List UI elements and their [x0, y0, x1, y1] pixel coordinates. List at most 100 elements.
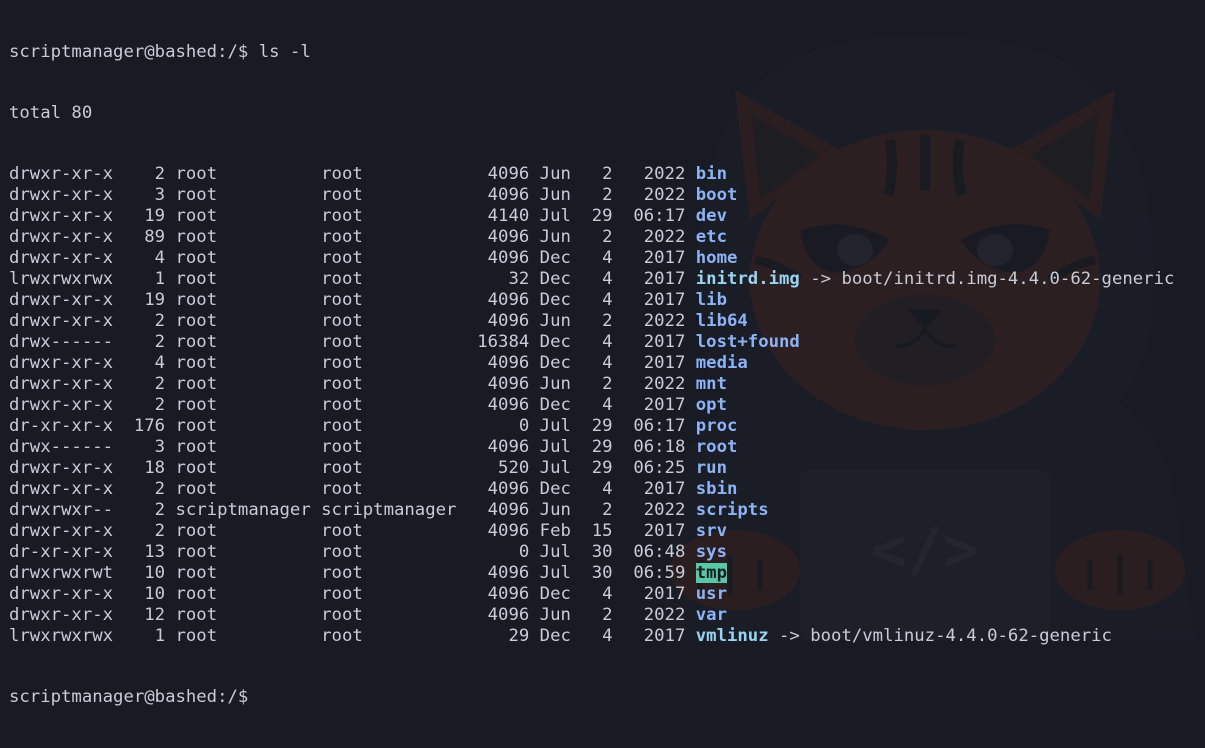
day: 4: [581, 269, 613, 289]
column-gap: [165, 605, 175, 625]
column-gap: [311, 542, 321, 562]
directory-name: lib: [695, 290, 727, 310]
column-gap: [311, 374, 321, 394]
owner: root: [175, 311, 311, 331]
column-gap: [311, 500, 321, 520]
column-gap: [613, 521, 623, 541]
column-gap: [571, 332, 581, 352]
column-gap: [113, 248, 123, 268]
column-gap: [613, 164, 623, 184]
column-gap: [685, 185, 695, 205]
permissions: drwxr-xr-x: [9, 248, 114, 268]
column-gap: [571, 248, 581, 268]
column-gap: [456, 290, 466, 310]
group: root: [321, 479, 457, 499]
column-gap: [831, 269, 841, 289]
group: root: [321, 395, 457, 415]
month: Dec: [539, 353, 571, 373]
directory-name: lost+found: [695, 332, 800, 352]
file-size: 16384: [466, 332, 530, 352]
column-gap: [113, 395, 123, 415]
total-line: total 80: [9, 103, 93, 123]
file-size: 4096: [466, 605, 530, 625]
listing-row: drwxr-xr-x 2 root root 4096 Feb 15 2017 …: [9, 521, 1174, 542]
time-or-year: 2017: [622, 353, 686, 373]
column-gap: [571, 395, 581, 415]
permissions: drwxr-xr-x: [9, 353, 114, 373]
column-gap: [613, 332, 623, 352]
directory-name: proc: [695, 416, 738, 436]
owner: root: [175, 563, 311, 583]
directory-name: mnt: [695, 374, 727, 394]
column-gap: [685, 416, 695, 436]
day: 30: [581, 542, 613, 562]
listing: drwxr-xr-x 2 root root 4096 Jun 2 2022 b…: [9, 164, 1174, 647]
column-gap: [113, 374, 123, 394]
month: Jun: [539, 605, 571, 625]
link-arrow: ->: [810, 269, 832, 289]
group: root: [321, 353, 457, 373]
column-gap: [165, 395, 175, 415]
column-gap: [165, 416, 175, 436]
owner: root: [175, 353, 311, 373]
listing-row: drwxr-xr-x 12 root root 4096 Jun 2 2022 …: [9, 605, 1174, 626]
month: Dec: [539, 332, 571, 352]
month: Jun: [539, 374, 571, 394]
day: 4: [581, 626, 613, 646]
column-gap: [113, 269, 123, 289]
column-gap: [685, 374, 695, 394]
column-gap: [456, 269, 466, 289]
month: Jun: [539, 311, 571, 331]
day: 2: [581, 500, 613, 520]
month: Jul: [539, 542, 571, 562]
column-gap: [456, 353, 466, 373]
owner: root: [175, 185, 311, 205]
column-gap: [311, 584, 321, 604]
directory-name: opt: [695, 395, 727, 415]
month: Jul: [539, 206, 571, 226]
file-size: 4096: [466, 290, 530, 310]
permissions: dr-xr-xr-x: [9, 542, 114, 562]
listing-row: drwxr-xr-x 4 root root 4096 Dec 4 2017 h…: [9, 248, 1174, 269]
directory-name: boot: [695, 185, 738, 205]
column-gap: [529, 416, 539, 436]
listing-row: drwxr-xr-x 19 root root 4140 Jul 29 06:1…: [9, 206, 1174, 227]
terminal-window[interactable]: </> scriptmanager@bashed:/$ ls -l total …: [0, 0, 1205, 707]
permissions: drwxr-xr-x: [9, 206, 114, 226]
permissions: drwxr-xr-x: [9, 290, 114, 310]
link-count: 3: [123, 185, 166, 205]
group: root: [321, 311, 457, 331]
symlink-name: vmlinuz: [695, 626, 769, 646]
link-count: 2: [123, 311, 166, 331]
time-or-year: 2017: [622, 269, 686, 289]
directory-name: srv: [695, 521, 727, 541]
column-gap: [456, 605, 466, 625]
day: 2: [581, 227, 613, 247]
time-or-year: 06:17: [622, 416, 686, 436]
column-gap: [685, 563, 695, 583]
column-gap: [613, 542, 623, 562]
link-count: 2: [123, 479, 166, 499]
file-size: 4096: [466, 479, 530, 499]
column-gap: [529, 521, 539, 541]
link-count: 3: [123, 437, 166, 457]
prompt-line[interactable]: scriptmanager@bashed:/$: [9, 687, 1174, 708]
shell-prompt: scriptmanager@bashed:/$: [9, 42, 249, 62]
month: Dec: [539, 626, 571, 646]
column-gap: [529, 248, 539, 268]
column-gap: [685, 626, 695, 646]
permissions: drwxr-xr-x: [9, 185, 114, 205]
column-gap: [571, 563, 581, 583]
column-gap: [311, 227, 321, 247]
day: 4: [581, 290, 613, 310]
directory-name: scripts: [695, 500, 769, 520]
group: root: [321, 605, 457, 625]
column-gap: [800, 269, 810, 289]
file-size: 4096: [466, 185, 530, 205]
link-count: 18: [123, 458, 166, 478]
column-gap: [613, 605, 623, 625]
column-gap: [529, 605, 539, 625]
directory-name: media: [695, 353, 748, 373]
column-gap: [456, 458, 466, 478]
day: 2: [581, 605, 613, 625]
